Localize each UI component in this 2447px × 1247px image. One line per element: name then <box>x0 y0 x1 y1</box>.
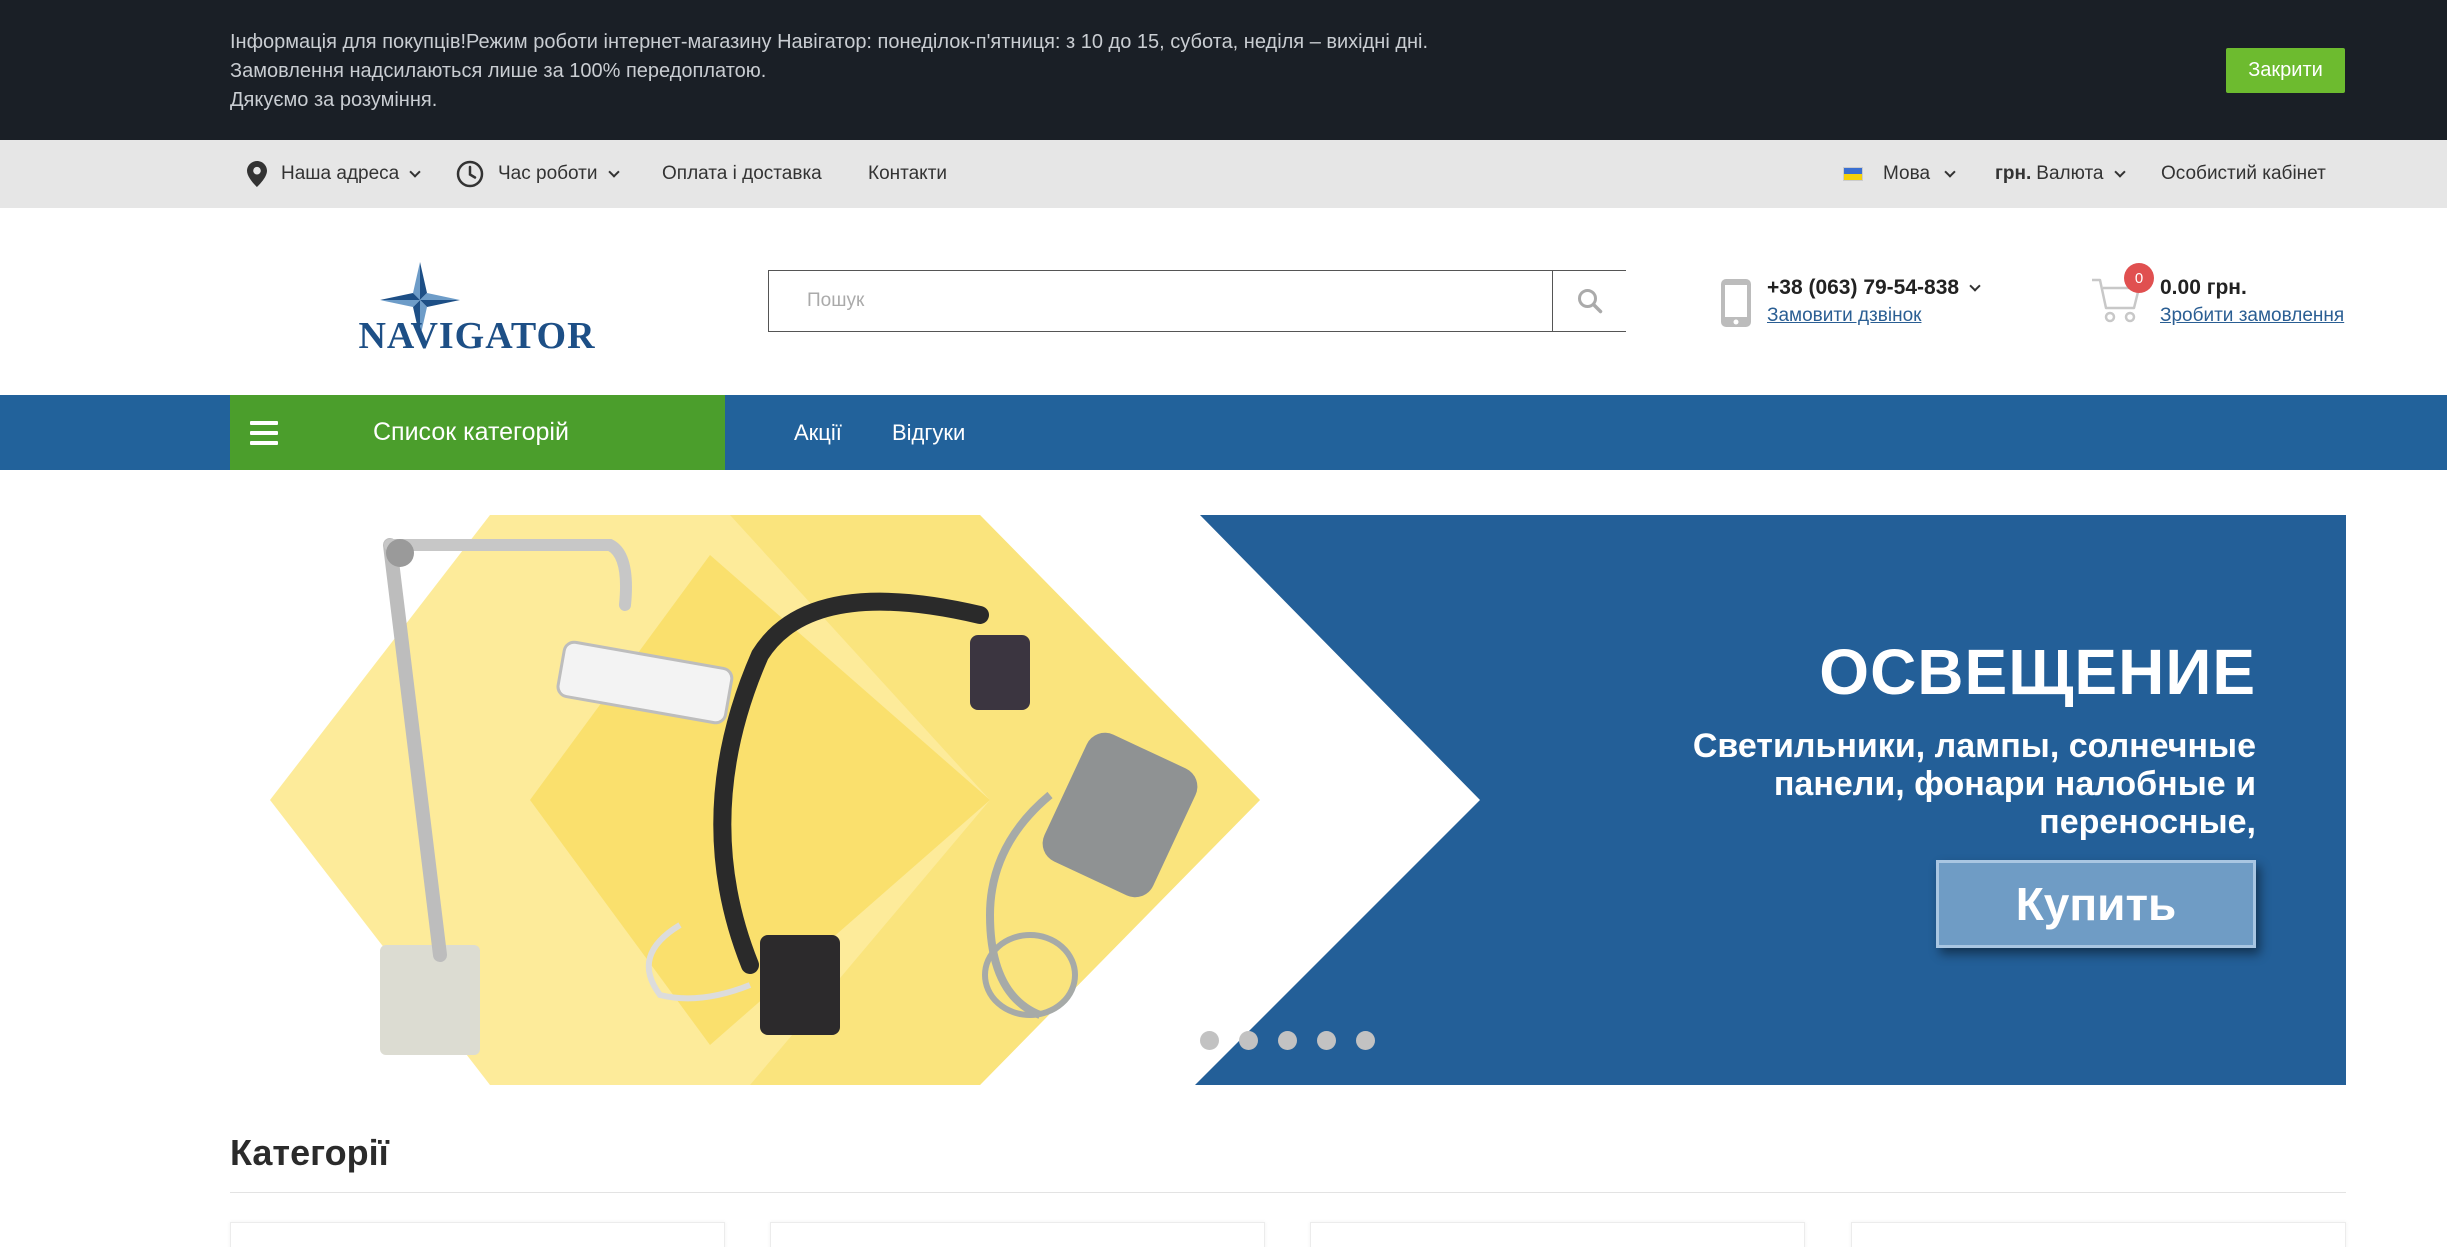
slider-dot[interactable] <box>1317 1031 1336 1050</box>
search-icon <box>1577 289 1602 314</box>
category-card[interactable] <box>1310 1222 1805 1247</box>
hero-banner[interactable]: ОСВЕЩЕНИЕ Светильники, лампы, солнечные … <box>230 515 2346 1085</box>
phone-number: +38 (063) 79-54-838 <box>1767 276 1960 299</box>
phone-icon <box>1720 278 1752 333</box>
chevron-down-icon <box>409 165 421 178</box>
search-input[interactable] <box>769 271 1551 331</box>
chevron-down-icon <box>1969 279 1981 292</box>
cart-count-badge: 0 <box>2124 263 2154 293</box>
address-label: Наша адреса <box>281 163 400 184</box>
notice-text: Інформація для покупців!Режим роботи інт… <box>230 28 1428 115</box>
currency-label: Валюта <box>2036 163 2104 184</box>
hamburger-icon <box>250 421 278 451</box>
top-bar: Наша адреса Час роботи Оплата і доставка… <box>0 140 2447 208</box>
chevron-down-icon <box>607 165 620 178</box>
currency-code: грн. <box>1995 163 2032 184</box>
hours-label: Час роботи <box>498 163 598 184</box>
slider-dots <box>1200 1031 1395 1050</box>
cart-total: 0.00 грн. <box>2160 276 2247 299</box>
chevron-down-icon <box>2113 165 2126 178</box>
categories-heading: Категорії <box>230 1132 389 1173</box>
notice-bar: Інформація для покупців!Режим роботи інт… <box>0 0 2447 140</box>
nav-link-reviews[interactable]: Відгуки <box>892 395 965 470</box>
banner-title: ОСВЕЩЕНИЕ <box>1819 636 2256 708</box>
notice-line: Замовлення надсилаються лише за 100% пер… <box>230 60 767 82</box>
banner-subtitle: Светильники, лампы, солнечные панели, фо… <box>1692 727 2256 841</box>
language-label: Мова <box>1883 163 1931 184</box>
ukraine-flag-icon <box>1843 167 1863 181</box>
phone-dropdown[interactable]: +38 (063) 79-54-838 <box>1767 276 1981 300</box>
callback-link[interactable]: Замовити дзвінок <box>1767 305 1921 327</box>
category-card[interactable] <box>230 1222 725 1247</box>
language-dropdown[interactable]: Мова <box>1843 140 1956 208</box>
search-button[interactable] <box>1552 271 1626 331</box>
category-card[interactable] <box>770 1222 1265 1247</box>
categories-menu-label: Список категорій <box>373 418 569 446</box>
categories-menu-button[interactable]: Список категорій <box>230 395 725 470</box>
payment-delivery-link[interactable]: Оплата і доставка <box>662 140 822 208</box>
account-link[interactable]: Особистий кабінет <box>2161 140 2326 208</box>
site-header: NAVIGATOR +38 (063) 79-54-838 Замовити д… <box>0 208 2447 395</box>
notice-line: Дякуємо за розуміння. <box>230 89 438 111</box>
contacts-link[interactable]: Контакти <box>868 140 947 208</box>
category-cards <box>230 1222 2346 1247</box>
slider-dot[interactable] <box>1278 1031 1297 1050</box>
main-nav: Список категорій Акції Відгуки <box>0 395 2447 470</box>
slider-dot[interactable] <box>1239 1031 1258 1050</box>
slider-dot[interactable] <box>1356 1031 1375 1050</box>
checkout-link[interactable]: Зробити замовлення <box>2160 305 2344 327</box>
currency-dropdown[interactable]: грн. Валюта <box>1995 140 2126 208</box>
lamp-base <box>380 945 480 1055</box>
section-divider <box>230 1192 2346 1193</box>
slider-dot[interactable] <box>1200 1031 1219 1050</box>
chevron-down-icon <box>1944 165 1956 178</box>
site-logo[interactable]: NAVIGATOR <box>355 256 600 357</box>
address-dropdown[interactable]: Наша адреса <box>247 140 421 208</box>
category-card[interactable] <box>1851 1222 2346 1247</box>
banner-buy-button[interactable]: Купить <box>1936 860 2256 948</box>
search-box <box>768 270 1626 332</box>
nav-link-promotions[interactable]: Акції <box>794 395 842 470</box>
map-pin-icon <box>247 161 267 187</box>
logo-text: NAVIGATOR <box>358 315 595 356</box>
close-notice-button[interactable]: Закрити <box>2226 48 2345 93</box>
clock-icon <box>456 160 484 188</box>
hours-dropdown[interactable]: Час роботи <box>456 140 620 208</box>
notice-line: Інформація для покупців!Режим роботи інт… <box>230 31 1429 53</box>
